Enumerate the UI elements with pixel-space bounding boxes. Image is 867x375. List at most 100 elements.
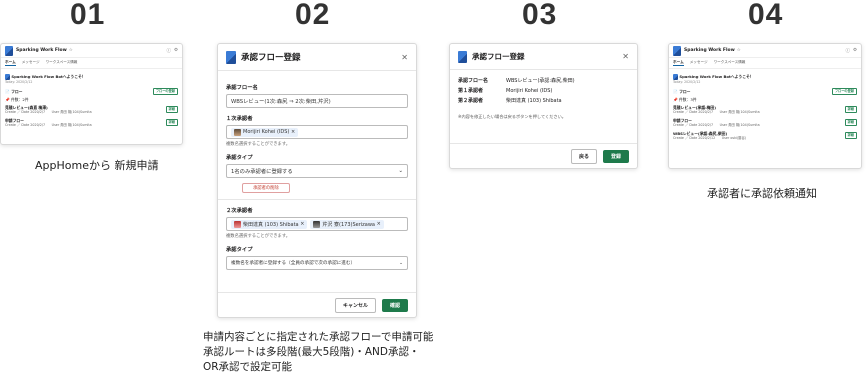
chevron-down-icon: ⌄ (399, 260, 403, 266)
tab-home[interactable]: ホーム (5, 60, 16, 66)
multi-select-hint: 複数名選択することができます。 (226, 142, 291, 147)
step-number-04: 04 (748, 0, 784, 31)
tab-home[interactable]: ホーム (673, 60, 684, 66)
app-logo-icon (5, 45, 13, 56)
detail-button[interactable]: 詳細 (844, 132, 857, 139)
row-value: WBSレビュー(承認:森尻,柴田) (506, 78, 575, 84)
app-home-panel-04: Sparking Work Flow ☆ ⓘ ⚙ ホーム メッセージ ワークスペー… (668, 43, 862, 169)
caption-02-line: 申請内容ごとに指定された承認フローで申請可能 (203, 331, 434, 343)
flow-confirm-modal: 承認フロー登録 ✕ 承認フロー名 WBSレビュー(承認:森尻,柴田) 第１承認者 M… (449, 43, 638, 169)
gear-icon[interactable]: ⚙ (174, 48, 178, 54)
avatar (234, 220, 241, 228)
close-icon[interactable]: ✕ (622, 52, 629, 61)
flow-label: フロー (11, 88, 23, 94)
first-approver-select[interactable]: Morijiri Kohei (IDS) × (226, 125, 408, 139)
approver-chip: 柴田達真 (103) Shibata × (231, 219, 308, 229)
confirm-row: 承認フロー名 WBSレビュー(承認:森尻,柴田) (458, 76, 629, 86)
row-value: Morijiri Kohei (IDS) (506, 88, 553, 94)
row-value: 柴田達真 (103) Shibata (506, 98, 562, 104)
caption-04: 承認者に承認依頼通知 (707, 187, 817, 200)
app-logo-icon (673, 45, 681, 56)
avatar (313, 220, 321, 228)
delete-approver-button[interactable]: 承認者の削除 (242, 183, 290, 193)
confirm-row: 第２承認者 柴田達真 (103) Shibata (458, 96, 629, 106)
pin-icon: 📌 (5, 96, 10, 102)
document-icon: 📄 (5, 88, 10, 94)
detail-button[interactable]: 詳細 (844, 119, 857, 126)
cancel-button[interactable]: キャンセル (334, 297, 376, 313)
detail-button[interactable]: 詳細 (165, 106, 178, 113)
first-approver-label: １次承認者 (226, 116, 253, 122)
second-approver-select[interactable]: 柴田達真 (103) Shibata × 芹沢 寮(173)Serizawa × (226, 217, 408, 231)
item-meta: Create ／ Date 2020/2/12 User oski(藤谷) (673, 135, 747, 140)
step-number-02: 02 (295, 0, 331, 31)
app-tabs: ホーム メッセージ ワークスペース情報 (669, 58, 861, 69)
detail-button[interactable]: 詳細 (844, 106, 857, 113)
gear-icon[interactable]: ⚙ (853, 48, 857, 54)
today-text: Today: 2020/2/12 (673, 80, 701, 84)
list-item: 申請フロー Create ／ Date 2020/2/7 User 角田 幌(10… (5, 118, 178, 128)
divider (218, 199, 416, 200)
edit-note: ※内容を修正したい場合は戻るボタンを押してください。 (458, 114, 566, 119)
welcome-text: Sparking Work Flow Botへようこそ！ (11, 74, 86, 79)
remove-chip-icon[interactable]: × (291, 129, 295, 135)
multi-select-hint-2: 複数名選択することができます。 (226, 234, 291, 239)
row-key: 第２承認者 (458, 98, 484, 104)
avatar (234, 128, 241, 136)
caption-02: 申請内容ごとに指定された承認フローで申請可能 承認ルートは多段階(最大5段階)・… (203, 330, 433, 375)
info-icon[interactable]: ⓘ (166, 48, 171, 54)
approval-type-select-2[interactable]: 複数名を承認者に登録する（全員の承認で次の承認に進む） ⌄ (226, 256, 408, 270)
app-home-panel-01: Sparking Work Flow ☆ ⓘ ⚙ ホーム メッセージ ワークスペー… (0, 43, 183, 145)
caption-01: AppHomeから 新規申請 (35, 159, 159, 172)
chip-label: 芹沢 寮(173)Serizawa (322, 221, 375, 228)
today-text: Today: 2020/2/12 (5, 80, 33, 84)
step-number-01: 01 (70, 0, 106, 31)
register-button[interactable]: 登録 (602, 149, 629, 163)
approval-type-select-1[interactable]: 1名のみ承認者に登録する ⌄ (226, 164, 408, 178)
flow-name-input[interactable]: WBSレビュー(1次:森尻 ⇒ 2次:柴田,芹沢) (226, 94, 408, 108)
second-approver-label: ２次承認者 (226, 208, 253, 214)
select-value: 1名のみ承認者に登録する (231, 169, 293, 175)
back-button[interactable]: 戻る (570, 148, 597, 164)
star-icon[interactable]: ☆ (69, 48, 73, 53)
list-item: 見積レビュー(承認:梅田) Create ／ Date 2020/2/7 User… (673, 105, 857, 115)
item-meta: Create ／ Date 2020/2/7 User 角田 幌(104)Sum… (5, 122, 92, 127)
info-icon[interactable]: ⓘ (845, 48, 850, 54)
flow-label: フロー (679, 88, 691, 94)
app-name: Sparking Work Flow (16, 48, 67, 53)
caption-02-line: 承認ルートは多段階(最大5段階)・AND承認・ (203, 346, 420, 358)
list-item: 見積レビュー(森直 梅澤) Create ／ Date 2020/2/7 User… (5, 105, 178, 115)
select-value: 複数名を承認者に登録する（全員の承認で次の承認に進む） (231, 261, 356, 266)
star-icon[interactable]: ☆ (737, 48, 741, 53)
approval-type-label: 承認タイプ (226, 155, 253, 161)
detail-button[interactable]: 詳細 (165, 119, 178, 126)
remove-chip-icon[interactable]: × (300, 221, 304, 227)
tab-messages[interactable]: メッセージ (690, 60, 708, 66)
chip-label: Morijiri Kohei (IDS) (243, 129, 290, 135)
modal-title: 承認フロー登録 (241, 53, 301, 63)
approver-chip: Morijiri Kohei (IDS) × (231, 127, 299, 137)
count-text: 件数：3件 (678, 96, 697, 102)
item-meta: Create ／ Date 2020/2/7 User 角田 幌(104)Sum… (673, 122, 760, 127)
remove-chip-icon[interactable]: × (377, 221, 381, 227)
close-icon[interactable]: ✕ (401, 53, 408, 62)
chevron-down-icon: ⌄ (398, 168, 403, 174)
modal-title: 承認フロー登録 (472, 52, 525, 61)
caption-02-line: OR承認で設定可能 (203, 361, 293, 373)
flow-name-label: 承認フロー名 (226, 85, 258, 91)
app-tabs: ホーム メッセージ ワークスペース情報 (1, 58, 182, 69)
app-header: Sparking Work Flow ☆ ⓘ ⚙ (1, 44, 182, 58)
app-logo-icon (458, 50, 467, 63)
list-item: 申請フロー Create ／ Date 2020/2/7 User 角田 幌(10… (673, 118, 857, 128)
welcome-text: Sparking Work Flow Botへようこそ！ (679, 74, 754, 79)
app-header: Sparking Work Flow ☆ ⓘ ⚙ (669, 44, 861, 58)
tab-messages[interactable]: メッセージ (22, 60, 40, 66)
register-flow-button[interactable]: フローの登録 (152, 88, 178, 95)
tab-workspace[interactable]: ワークスペース情報 (714, 60, 746, 66)
register-flow-button[interactable]: フローの登録 (831, 88, 857, 95)
confirm-button[interactable]: 確認 (381, 298, 408, 312)
tab-workspace[interactable]: ワークスペース情報 (46, 60, 78, 66)
item-meta: Create ／ Date 2020/2/7 User 角田 幌(104)Sum… (673, 109, 760, 114)
document-icon: 📄 (673, 88, 678, 94)
approver-chip: 芹沢 寮(173)Serizawa × (310, 219, 384, 229)
